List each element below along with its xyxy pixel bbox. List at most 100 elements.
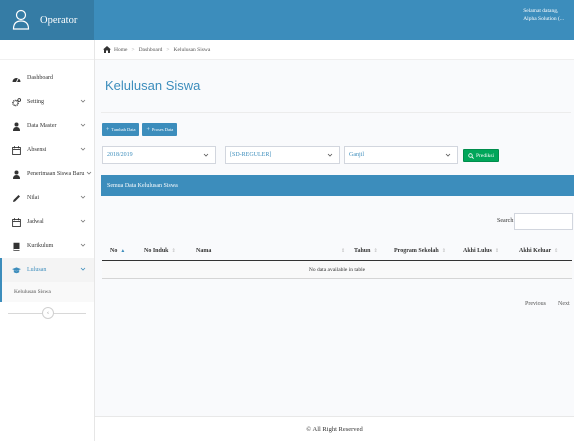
breadcrumb-separator: >	[166, 46, 170, 53]
plus-icon: +	[146, 126, 150, 133]
user-menu[interactable]: Selamat datang, Alpha Solution (...	[523, 8, 564, 23]
chevron-down-icon	[80, 123, 86, 127]
sidebar-item-label: Kurikulum	[27, 243, 54, 249]
user-outline-icon	[12, 9, 30, 30]
sidebar-item-label: Setting	[27, 99, 45, 105]
graduation-icon	[12, 266, 21, 275]
footer: © All Right Reserved	[95, 416, 574, 441]
data-table: No ▲ No Induk ⇕ Nama ⇕ Tahun ⇕ Program Seko…	[102, 242, 572, 279]
chevron-down-icon	[80, 147, 86, 151]
sidebar-item-label: Dashboard	[27, 75, 53, 81]
sort-icon: ⇕	[341, 249, 346, 254]
breadcrumb-home[interactable]: Home	[103, 46, 127, 53]
sidebar-item-kurikulum[interactable]: Kurikulum	[0, 234, 94, 258]
sidebar-collapse-area: ‹	[0, 302, 94, 324]
sidebar-collapse-button[interactable]: ‹	[42, 307, 54, 319]
dashboard-icon	[12, 74, 21, 83]
sidebar-item-lulusan[interactable]: Lulusan	[0, 258, 94, 282]
box-header: Semua Data Kelulusan Siswa	[101, 175, 574, 196]
gears-icon	[12, 97, 21, 107]
brand-title: Operator	[40, 14, 78, 26]
sidebar-item-penerimaan-siswa-baru[interactable]: Penerimaan Siswa Baru	[0, 162, 94, 186]
year-select[interactable]: 2018/2019	[102, 146, 216, 164]
breadcrumb-separator: >	[131, 46, 135, 53]
calendar-icon	[12, 217, 21, 227]
column-header-akhi-keluar[interactable]: Akhi Keluar ⇕	[519, 248, 558, 254]
chevron-down-icon	[445, 153, 451, 157]
column-nama-sort[interactable]: ⇕	[338, 248, 345, 254]
user-icon	[12, 122, 21, 131]
column-header-program-sekolah[interactable]: Program Sekolah ⇕	[394, 248, 446, 254]
column-header-tahun[interactable]: Tahun ⇕	[354, 248, 378, 254]
sidebar-item-dashboard[interactable]: Dashboard	[0, 66, 94, 90]
sidebar: Dashboard Setting Data Master Absensi Pe…	[0, 40, 95, 441]
search-label: Search:	[497, 218, 515, 224]
process-data-label: Proses Data	[151, 127, 174, 132]
sidebar-item-label: Penerimaan Siswa Baru	[27, 171, 85, 177]
book-icon	[12, 242, 21, 251]
predict-button-label: Prediksi	[475, 152, 495, 159]
sidebar-item-label: Lulusan	[27, 267, 47, 273]
plus-icon: +	[106, 126, 110, 133]
column-header-akhi-lulus[interactable]: Akhi Lulus ⇕	[463, 248, 499, 254]
sidebar-item-nilai[interactable]: Nilai	[0, 186, 94, 210]
chevron-down-icon	[80, 243, 86, 247]
breadcrumb: Home > Dashboard > Kelulusan Siswa	[95, 40, 574, 60]
user-greeting: Selamat datang,	[523, 8, 559, 14]
chevron-down-icon	[86, 171, 92, 175]
action-button-group: + Tambah Data + Proses Data	[102, 123, 178, 136]
sidebar-item-jadwal[interactable]: Jadwal	[0, 210, 94, 234]
column-header-no[interactable]: No ▲	[110, 248, 125, 254]
add-data-button[interactable]: + Tambah Data	[102, 123, 140, 136]
chevron-down-icon	[80, 219, 86, 223]
sort-icon: ⇕	[441, 249, 446, 254]
search-icon	[468, 152, 474, 159]
chevron-down-icon	[327, 153, 333, 157]
sidebar-top-spacer	[0, 40, 94, 60]
sidebar-item-setting[interactable]: Setting	[0, 90, 94, 114]
semester-select-value: Ganjil	[349, 152, 364, 158]
column-header-nama[interactable]: Nama	[196, 248, 211, 254]
pagination-next[interactable]: Next	[558, 301, 570, 307]
sort-icon: ⇕	[554, 249, 559, 254]
table-header-row: No ▲ No Induk ⇕ Nama ⇕ Tahun ⇕ Program Seko…	[102, 242, 572, 261]
sidebar-item-data-master[interactable]: Data Master	[0, 114, 94, 138]
chevron-down-icon	[203, 153, 209, 157]
calendar-icon	[12, 145, 21, 155]
breadcrumb-home-label: Home	[114, 46, 128, 53]
sort-icon: ⇕	[171, 249, 176, 254]
search-input[interactable]	[514, 213, 573, 230]
predict-button[interactable]: Prediksi	[463, 149, 499, 162]
chevron-down-icon	[80, 195, 86, 199]
sidebar-subitem-kelulusan-siswa[interactable]: Kelulusan Siswa	[0, 282, 94, 302]
table-empty-row: No data available in table	[102, 261, 572, 279]
add-data-label: Tambah Data	[111, 127, 136, 132]
semester-select[interactable]: Ganjil	[344, 146, 458, 164]
year-select-value: 2018/2019	[107, 152, 133, 158]
breadcrumb-dashboard[interactable]: Dashboard	[139, 47, 163, 53]
top-navbar: Operator Selamat datang, Alpha Solution …	[0, 0, 574, 40]
sidebar-item-label: Data Master	[27, 123, 57, 129]
pencil-icon	[12, 194, 21, 203]
class-select[interactable]: [SD-REGULER]	[225, 146, 340, 164]
page-title: Kelulusan Siswa	[105, 78, 201, 93]
home-icon	[103, 46, 111, 53]
user-name: Alpha Solution (...	[523, 15, 564, 22]
pagination-previous[interactable]: Previous	[525, 301, 546, 307]
sort-asc-icon: ▲	[120, 249, 126, 254]
chevron-down-icon	[80, 267, 86, 271]
class-select-value: [SD-REGULER]	[230, 152, 272, 158]
user-icon	[12, 170, 21, 179]
brand-area[interactable]: Operator	[0, 0, 94, 40]
sidebar-item-label: Nilai	[27, 195, 39, 201]
sidebar-item-label: Absensi	[27, 147, 47, 153]
sidebar-item-absensi[interactable]: Absensi	[0, 138, 94, 162]
sidebar-item-label: Jadwal	[27, 219, 44, 225]
process-data-button[interactable]: + Proses Data	[142, 123, 178, 136]
sort-icon: ⇕	[494, 249, 500, 254]
breadcrumb-current: Kelulusan Siswa	[173, 46, 211, 53]
chevron-down-icon	[80, 99, 86, 103]
column-header-no-induk[interactable]: No Induk ⇕	[144, 248, 176, 254]
divider	[101, 112, 571, 113]
sort-icon: ⇕	[373, 249, 378, 254]
